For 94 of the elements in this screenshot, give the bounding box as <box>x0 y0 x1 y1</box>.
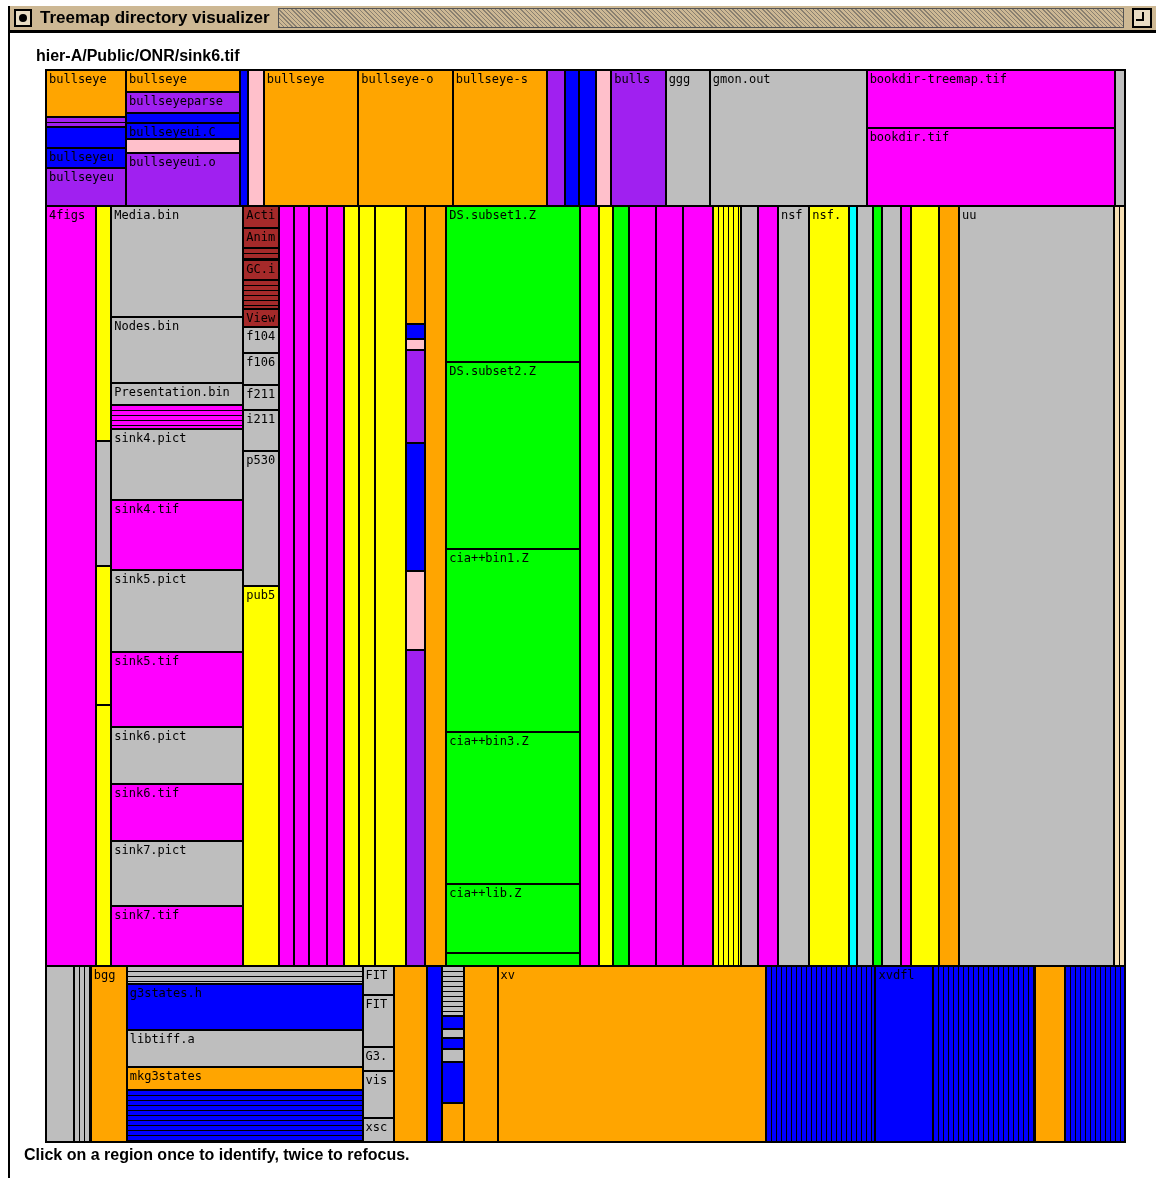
file-tile[interactable] <box>547 70 566 206</box>
file-stripes[interactable] <box>441 966 465 1016</box>
file-tile[interactable]: sink7.pict <box>111 840 244 907</box>
file-tile[interactable]: pub5 <box>243 586 279 967</box>
file-tile[interactable] <box>758 205 778 967</box>
file-tile[interactable] <box>464 966 498 1142</box>
window-title: Treemap directory visualizer <box>40 8 270 28</box>
file-stripes[interactable] <box>126 966 363 984</box>
current-path: hier-A/Public/ONR/sink6.tif <box>36 47 240 65</box>
file-tile[interactable] <box>911 205 940 967</box>
file-tile[interactable] <box>613 205 630 967</box>
file-tile[interactable] <box>441 1062 465 1103</box>
file-tile[interactable]: p530 <box>243 451 279 587</box>
file-tile[interactable]: sink6.pict <box>111 726 244 785</box>
file-tile[interactable]: f104 <box>243 327 279 354</box>
file-tile[interactable] <box>126 112 240 124</box>
window-menu-icon[interactable] <box>14 9 32 27</box>
file-tile[interactable] <box>901 205 912 967</box>
file-tile[interactable] <box>405 350 425 443</box>
file-tile[interactable]: gmon.out <box>709 70 867 206</box>
file-tile[interactable]: bullseye-o <box>358 70 453 206</box>
file-tile[interactable] <box>882 205 902 967</box>
file-stripes[interactable] <box>712 205 742 967</box>
file-tile[interactable]: sink4.pict <box>111 429 244 500</box>
file-tile[interactable]: f211 <box>243 384 279 411</box>
file-tile[interactable]: Presentation.bin <box>111 383 244 405</box>
file-tile[interactable]: 4figs <box>46 205 96 967</box>
file-tile[interactable]: FIT <box>362 966 395 996</box>
file-tile[interactable] <box>441 1049 465 1063</box>
maximize-icon[interactable] <box>1132 8 1152 28</box>
file-tile[interactable]: bookdir-treemap.tif <box>866 70 1116 128</box>
file-tile[interactable] <box>873 205 883 967</box>
file-tile[interactable] <box>96 441 112 566</box>
file-tile[interactable]: Media.bin <box>111 205 244 318</box>
file-tile[interactable] <box>682 205 713 967</box>
file-tile[interactable]: bullseye-s <box>452 70 548 206</box>
file-tile[interactable] <box>629 205 656 967</box>
file-tile[interactable] <box>849 205 857 967</box>
file-tile[interactable] <box>96 705 112 967</box>
file-tile[interactable]: xv <box>497 966 766 1142</box>
file-tile[interactable]: Nodes.bin <box>111 317 244 383</box>
file-tile[interactable] <box>294 205 309 967</box>
file-tile[interactable] <box>441 1016 465 1030</box>
file-tile[interactable] <box>441 1029 465 1038</box>
file-tile[interactable] <box>96 205 112 442</box>
file-tile[interactable] <box>580 205 599 967</box>
file-tile[interactable]: DS.subset2.Z <box>446 362 580 550</box>
file-tile[interactable]: uu <box>958 205 1114 967</box>
file-tile[interactable]: sink5.pict <box>111 570 244 652</box>
file-tile[interactable]: mkg3states <box>126 1066 363 1091</box>
file-tile[interactable] <box>46 966 74 1142</box>
file-tile[interactable]: bullseye <box>126 70 240 93</box>
file-tile[interactable]: cia++bin1.Z <box>446 549 580 732</box>
file-tile[interactable]: nsf <box>777 205 810 967</box>
file-tile[interactable]: bullseye <box>46 70 127 117</box>
file-tile[interactable]: DS.subset1.Z <box>446 205 580 363</box>
file-tile[interactable] <box>1035 966 1065 1142</box>
file-tile[interactable]: nsf. <box>809 205 850 967</box>
file-tile[interactable] <box>405 324 425 339</box>
file-tile[interactable] <box>375 205 406 967</box>
file-tile[interactable] <box>46 127 127 149</box>
file-tile[interactable] <box>239 70 249 206</box>
file-tile[interactable]: bulls <box>611 70 666 206</box>
file-tile[interactable] <box>327 205 344 967</box>
file-tile[interactable]: bgg <box>90 966 127 1142</box>
file-tile[interactable]: ggg <box>665 70 710 206</box>
file-tile[interactable]: sink7.tif <box>111 906 244 967</box>
file-tile[interactable]: sink6.tif <box>111 784 244 841</box>
file-tile[interactable] <box>939 205 959 967</box>
file-tile[interactable] <box>1115 70 1125 206</box>
file-tile[interactable]: sink5.tif <box>111 651 244 727</box>
file-tile[interactable]: bookdir.tif <box>866 127 1116 206</box>
file-tile[interactable] <box>425 205 447 967</box>
file-tile[interactable]: cia++bin3.Z <box>446 732 580 884</box>
file-tile[interactable]: cia++lib.Z <box>446 883 580 953</box>
file-tile[interactable]: bullseyeui.o <box>126 153 240 206</box>
file-tile[interactable]: i211 <box>243 410 279 452</box>
file-tile[interactable]: f106 <box>243 353 279 385</box>
status-message: Click on a region once to identify, twice to refocus. <box>24 1145 410 1165</box>
file-tile[interactable]: libtiff.a <box>126 1030 363 1067</box>
file-tile[interactable] <box>248 70 264 206</box>
file-tile[interactable] <box>126 139 240 154</box>
file-tile[interactable] <box>394 966 427 1142</box>
file-stripes[interactable] <box>111 404 244 430</box>
file-tile[interactable]: bullseye <box>263 70 359 206</box>
file-stripes[interactable] <box>1113 205 1125 967</box>
file-tile[interactable]: bullseyeu <box>46 167 127 206</box>
file-tile[interactable] <box>655 205 683 967</box>
file-tile[interactable]: bullseyeparse <box>126 92 240 113</box>
file-tile[interactable]: FIT <box>362 995 395 1047</box>
file-tile[interactable] <box>565 70 579 206</box>
file-tile[interactable]: sink4.tif <box>111 499 244 571</box>
file-tile[interactable] <box>741 205 759 967</box>
file-tile[interactable] <box>96 565 112 706</box>
